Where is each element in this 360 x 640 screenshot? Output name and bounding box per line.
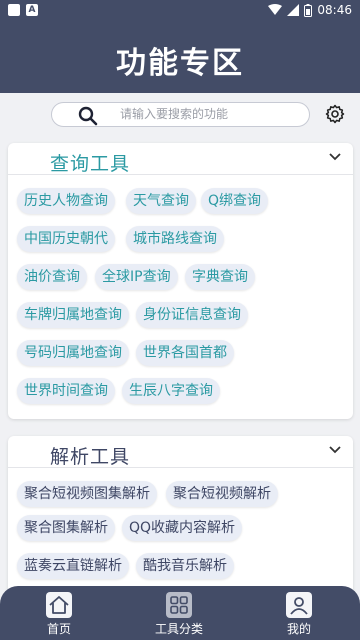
nav-mine-label: 我的 <box>286 622 311 636</box>
status-time: 08:46 <box>317 3 352 17</box>
notification-icon <box>8 4 20 16</box>
chevron-down-icon[interactable] <box>329 446 341 454</box>
tool-item[interactable]: 字典查询 <box>185 264 255 290</box>
nav-home[interactable]: 首页 <box>46 592 72 637</box>
tool-item[interactable]: 生辰八字查询 <box>122 378 220 404</box>
search-input[interactable] <box>120 107 300 121</box>
tool-item[interactable]: 油价查询 <box>17 264 87 290</box>
gear-icon[interactable] <box>325 104 345 124</box>
battery-icon <box>304 3 313 17</box>
tool-item[interactable]: 酷我音乐解析 <box>136 553 234 579</box>
search-icon[interactable] <box>78 106 98 126</box>
nav-home-label: 首页 <box>46 622 71 636</box>
tool-item[interactable]: 聚合图集解析 <box>17 515 115 541</box>
tool-item[interactable]: 聚合短视频图集解析 <box>17 481 157 507</box>
tool-item[interactable]: 车牌归属地查询 <box>17 302 129 328</box>
user-icon[interactable] <box>286 592 312 618</box>
tool-item[interactable]: 全球IP查询 <box>95 264 178 290</box>
card-header[interactable]: 查询工具 <box>8 143 353 175</box>
search-bar[interactable] <box>51 102 310 127</box>
header: A 08:46 功能专区 <box>0 0 360 93</box>
tool-item[interactable]: Q绑查询 <box>201 188 269 214</box>
nav-tool-categories-label: 工具分类 <box>155 622 204 636</box>
app-notification-icon: A <box>26 4 38 16</box>
nav-mine[interactable]: 我的 <box>286 592 312 637</box>
status-bar: A 08:46 <box>0 0 360 20</box>
tool-item[interactable]: 世界各国首都 <box>136 340 234 366</box>
wifi-icon <box>268 4 283 15</box>
chevron-down-icon[interactable] <box>329 153 341 161</box>
signal-icon <box>287 4 300 16</box>
bottom-nav: 首页 工具分类 我的 <box>0 586 360 640</box>
tool-item[interactable]: 中国历史朝代 <box>17 226 115 252</box>
tool-item[interactable]: 号码归属地查询 <box>17 340 129 366</box>
tool-item[interactable]: 身份证信息查询 <box>136 302 248 328</box>
page-title: 功能专区 <box>116 46 244 81</box>
grid-icon[interactable] <box>166 592 192 618</box>
home-icon[interactable] <box>46 592 72 618</box>
tool-item[interactable]: 世界时间查询 <box>17 378 115 404</box>
nav-tool-categories[interactable]: 工具分类 <box>155 592 203 637</box>
query-tools-card: 查询工具 历史人物查询 天气查询 Q绑查询 中国历史朝代 城市路线查询 油价查询… <box>8 143 353 419</box>
card-header[interactable]: 解析工具 <box>8 436 353 468</box>
tool-item[interactable]: 历史人物查询 <box>17 188 115 214</box>
section-title: 解析工具 <box>50 446 131 468</box>
parse-tools-card: 解析工具 聚合短视频图集解析 聚合短视频解析 聚合图集解析 QQ收藏内容解析 蓝… <box>8 436 353 596</box>
tool-item[interactable]: QQ收藏内容解析 <box>122 515 243 541</box>
tool-item[interactable]: 城市路线查询 <box>126 226 224 252</box>
section-title: 查询工具 <box>50 153 131 175</box>
tool-item[interactable]: 蓝奏云直链解析 <box>17 553 129 579</box>
tool-item[interactable]: 聚合短视频解析 <box>166 481 278 507</box>
tool-item[interactable]: 天气查询 <box>126 188 196 214</box>
